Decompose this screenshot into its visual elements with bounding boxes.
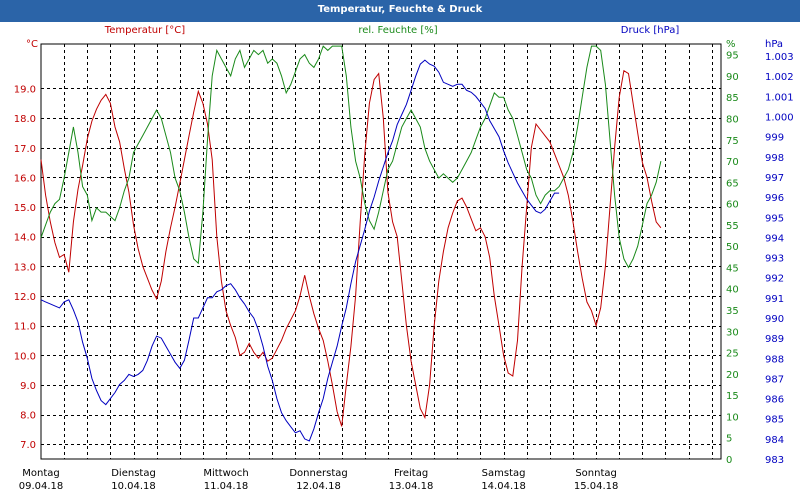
humidity-unit-label: % [726, 39, 736, 50]
temperature-series-label: Temperatur [°C] [104, 25, 185, 36]
temperature-tick-label: 15.0 [14, 203, 36, 214]
x-tick-day: Freitag [394, 468, 428, 479]
temperature-tick-label: 17.0 [14, 144, 36, 155]
pressure-tick-label: 1.000 [765, 113, 794, 124]
pressure-tick-label: 985 [765, 415, 784, 426]
tick-labels: 19.0 18.0 17.0 16.0 15.0 14.0 13.0 12.0 11.0 10.0… [14, 51, 794, 492]
pressure-tick-label: 1.003 [765, 52, 794, 63]
pressure-tick-label: 1.001 [765, 92, 794, 103]
humidity-tick-label: 45 [726, 263, 739, 274]
x-tick-date: 15.04.18 [574, 481, 619, 492]
humidity-tick-label: 40 [726, 285, 739, 296]
grid [40, 43, 722, 460]
x-tick-day: Donnerstag [289, 468, 347, 479]
x-tick-date: 09.04.18 [19, 481, 64, 492]
x-tick-day: Mittwoch [203, 468, 248, 479]
x-tick-date: 11.04.18 [204, 481, 249, 492]
humidity-tick-label: 60 [726, 200, 739, 211]
x-tick-day: Samstag [482, 468, 526, 479]
pressure-tick-label: 990 [765, 314, 784, 325]
temperature-unit-label: °C [26, 39, 38, 50]
humidity-tick-label: 85 [726, 93, 739, 104]
series-line-pressure [40, 59, 560, 442]
x-tick-date: 14.04.18 [481, 481, 526, 492]
humidity-tick-label: 50 [726, 242, 739, 253]
humidity-tick-label: 80 [726, 114, 739, 125]
pressure-tick-label: 987 [765, 374, 784, 385]
x-tick-day: Dienstag [111, 468, 156, 479]
humidity-tick-label: 15 [726, 391, 739, 402]
humidity-tick-label: 55 [726, 221, 739, 232]
pressure-tick-label: 994 [765, 233, 784, 244]
pressure-tick-label: 991 [765, 294, 784, 305]
humidity-tick-label: 90 [726, 72, 739, 83]
humidity-tick-label: 65 [726, 178, 739, 189]
temperature-tick-label: 9.0 [20, 381, 36, 392]
series-lines [40, 45, 662, 442]
humidity-tick-label: 5 [726, 434, 732, 445]
pressure-tick-label: 1.002 [765, 72, 794, 83]
temperature-tick-label: 12.0 [14, 292, 36, 303]
temperature-tick-label: 18.0 [14, 114, 36, 125]
x-tick-date: 13.04.18 [389, 481, 434, 492]
x-tick-date: 12.04.18 [296, 481, 341, 492]
pressure-tick-label: 992 [765, 274, 784, 285]
temperature-tick-label: 16.0 [14, 173, 36, 184]
temperature-tick-label: 8.0 [20, 411, 36, 422]
pressure-tick-label: 983 [765, 455, 784, 466]
humidity-tick-label: 70 [726, 157, 739, 168]
chart-window: Temperatur, Feuchte & Druck 19.0 18.0 17.0… [0, 0, 800, 500]
pressure-tick-label: 997 [765, 173, 784, 184]
temperature-tick-label: 11.0 [14, 322, 36, 333]
humidity-tick-label: 10 [726, 412, 739, 423]
temperature-tick-label: 19.0 [14, 84, 36, 95]
pressure-tick-label: 984 [765, 435, 784, 446]
humidity-tick-label: 25 [726, 349, 739, 360]
pressure-tick-label: 998 [765, 153, 784, 164]
temperature-tick-label: 7.0 [20, 440, 36, 451]
x-tick-day: Montag [22, 468, 59, 479]
pressure-tick-label: 988 [765, 354, 784, 365]
axis-labels: °C% hPa Temperatur [°C] rel. Feuchte [%] Dru… [26, 25, 783, 50]
x-tick-day: Sonntag [575, 468, 617, 479]
pressure-series-label: Druck [hPa] [621, 25, 680, 36]
humidity-tick-label: 30 [726, 327, 739, 338]
pressure-tick-label: 995 [765, 213, 784, 224]
humidity-tick-label: 0 [726, 455, 732, 466]
temperature-tick-label: 10.0 [14, 351, 36, 362]
humidity-tick-label: 95 [726, 51, 739, 62]
pressure-tick-label: 989 [765, 334, 784, 345]
humidity-tick-label: 75 [726, 136, 739, 147]
temperature-tick-label: 14.0 [14, 233, 36, 244]
humidity-tick-label: 20 [726, 370, 739, 381]
humidity-tick-label: 35 [726, 306, 739, 317]
x-tick-date: 10.04.18 [111, 481, 156, 492]
chart: 19.0 18.0 17.0 16.0 15.0 14.0 13.0 12.0 11.0 10.0… [14, 25, 794, 492]
pressure-tick-label: 993 [765, 254, 784, 265]
humidity-series-label: rel. Feuchte [%] [358, 25, 437, 36]
pressure-tick-label: 996 [765, 193, 784, 204]
window-title: Temperatur, Feuchte & Druck [0, 0, 800, 22]
pressure-tick-label: 986 [765, 395, 784, 406]
pressure-tick-label: 999 [765, 133, 784, 144]
pressure-unit-label: hPa [765, 39, 783, 50]
temperature-tick-label: 13.0 [14, 262, 36, 273]
series-line-humidity [40, 45, 662, 269]
